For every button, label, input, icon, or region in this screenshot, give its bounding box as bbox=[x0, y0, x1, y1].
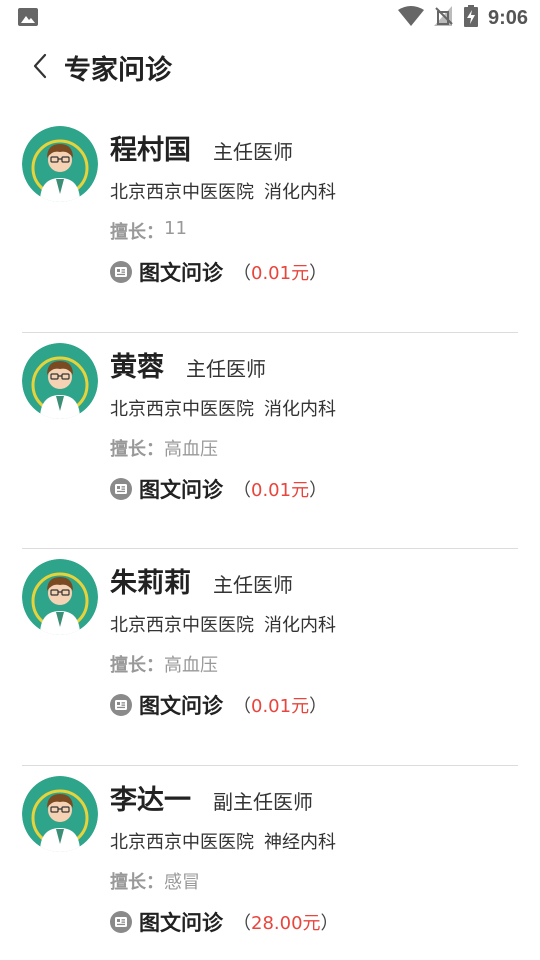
consult-label: 图文问诊 bbox=[139, 261, 223, 285]
doctor-card[interactable]: 程村国 主任医师 北京西京中医医院 消化内科 擅长： 11 图文问诊 （0.01… bbox=[0, 116, 540, 333]
doctor-title: 主任医师 bbox=[213, 140, 293, 164]
doctor-hospital: 北京西京中医医院 bbox=[110, 182, 254, 203]
doctor-hospital: 北京西京中医医院 bbox=[110, 398, 254, 420]
paren-close: ） bbox=[309, 263, 328, 284]
doctor-name: 朱莉莉 bbox=[110, 568, 191, 599]
doctor-title: 主任医师 bbox=[186, 356, 266, 381]
paren-close: ） bbox=[309, 696, 328, 717]
paren-open: （ bbox=[233, 263, 251, 284]
consult-label: 图文问诊 bbox=[139, 910, 223, 935]
doctor-skill: 感冒 bbox=[164, 871, 200, 893]
doctor-avatar bbox=[22, 775, 98, 852]
doctor-skill: 高血压 bbox=[164, 655, 218, 676]
doctor-hospital: 北京西京中医医院 bbox=[110, 831, 254, 853]
consult-price: 0.01元 bbox=[251, 696, 310, 717]
paren-open: （ bbox=[233, 479, 251, 501]
doctor-name: 程村国 bbox=[110, 135, 191, 166]
nav-bar: 专家问诊 bbox=[0, 36, 540, 98]
status-bar: 9:06 bbox=[0, 0, 540, 36]
image-icon bbox=[18, 8, 38, 26]
skill-label: 擅长： bbox=[110, 871, 164, 893]
doctor-card[interactable]: 黄蓉 主任医师 北京西京中医医院 消化内科 擅长： 高血压 图文问诊 （0.01… bbox=[0, 333, 540, 549]
doctor-avatar bbox=[22, 559, 98, 635]
doctor-list: 程村国 主任医师 北京西京中医医院 消化内科 擅长： 11 图文问诊 （0.01… bbox=[0, 116, 540, 960]
consult-button[interactable]: 图文问诊 （0.01元） bbox=[110, 473, 530, 505]
skill-label: 擅长： bbox=[110, 222, 164, 243]
doctor-skill: 高血压 bbox=[164, 438, 218, 460]
paren-open: （ bbox=[233, 912, 251, 934]
consult-button[interactable]: 图文问诊 （0.01元） bbox=[110, 256, 530, 288]
consult-price: 0.01元 bbox=[251, 479, 310, 501]
chat-card-icon bbox=[110, 694, 132, 716]
chat-card-icon bbox=[110, 261, 132, 283]
consult-button[interactable]: 图文问诊 （0.01元） bbox=[110, 689, 530, 721]
doctor-department: 神经内科 bbox=[264, 831, 336, 853]
consult-price: 28.00元 bbox=[251, 912, 321, 934]
doctor-department: 消化内科 bbox=[264, 182, 336, 203]
no-signal-icon bbox=[433, 6, 454, 30]
skill-label: 擅长： bbox=[110, 655, 164, 676]
doctor-name: 李达一 bbox=[110, 784, 191, 816]
status-time: 9:06 bbox=[487, 6, 528, 29]
doctor-department: 消化内科 bbox=[264, 398, 336, 420]
back-button[interactable] bbox=[24, 52, 56, 84]
consult-label: 图文问诊 bbox=[139, 694, 223, 718]
chevron-left-icon bbox=[32, 53, 48, 83]
doctor-department: 消化内科 bbox=[264, 615, 336, 636]
doctor-avatar bbox=[22, 126, 98, 202]
page-title: 专家问诊 bbox=[64, 55, 172, 86]
doctor-card[interactable]: 朱莉莉 主任医师 北京西京中医医院 消化内科 擅长： 高血压 图文问诊 （0.0… bbox=[0, 549, 540, 766]
battery-charging-icon bbox=[463, 5, 478, 31]
doctor-name: 黄蓉 bbox=[110, 351, 164, 383]
doctor-avatar bbox=[22, 342, 98, 419]
consult-price: 0.01元 bbox=[251, 263, 310, 284]
wifi-icon bbox=[397, 6, 424, 30]
doctor-card[interactable]: 李达一 副主任医师 北京西京中医医院 神经内科 擅长： 感冒 图文问诊 （28.… bbox=[0, 766, 540, 960]
consult-label: 图文问诊 bbox=[139, 477, 223, 502]
doctor-skill: 11 bbox=[164, 218, 187, 239]
chat-card-icon bbox=[110, 477, 132, 500]
doctor-title: 主任医师 bbox=[213, 573, 293, 597]
skill-label: 擅长： bbox=[110, 438, 164, 460]
doctor-title: 副主任医师 bbox=[213, 789, 313, 814]
paren-close: ） bbox=[320, 912, 339, 934]
consult-button[interactable]: 图文问诊 （28.00元） bbox=[110, 906, 530, 938]
paren-close: ） bbox=[309, 479, 328, 501]
paren-open: （ bbox=[233, 696, 251, 717]
chat-card-icon bbox=[110, 910, 132, 933]
doctor-hospital: 北京西京中医医院 bbox=[110, 615, 254, 636]
